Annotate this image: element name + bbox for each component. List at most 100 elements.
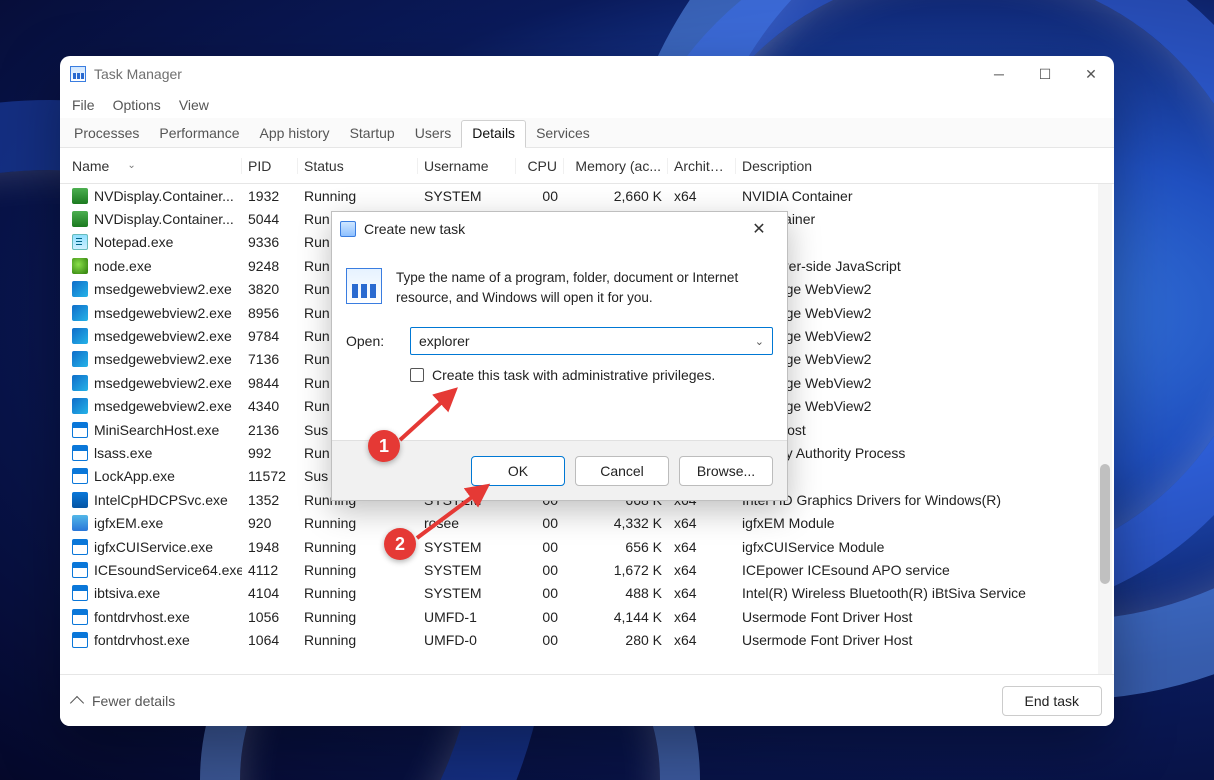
process-name: fontdrvhost.exe (94, 632, 190, 648)
titlebar[interactable]: Task Manager ─ ☐ ✕ (60, 56, 1114, 92)
process-pid: 1064 (242, 632, 298, 648)
task-manager-large-icon (346, 268, 382, 304)
process-pid: 9336 (242, 234, 298, 250)
process-description: NVIDIA Container (736, 188, 1108, 204)
process-name: fontdrvhost.exe (94, 609, 190, 625)
process-status: Running (298, 585, 418, 601)
process-memory: 488 K (564, 585, 668, 601)
col-description[interactable]: Description (736, 158, 1108, 174)
fewer-details-toggle[interactable]: Fewer details (72, 693, 175, 709)
process-pid: 11572 (242, 468, 298, 484)
col-memory[interactable]: Memory (ac... (564, 158, 668, 174)
process-name: IntelCpHDCPSvc.exe (94, 492, 228, 508)
process-pid: 8956 (242, 305, 298, 321)
open-combobox[interactable]: explorer ⌄ (410, 327, 773, 355)
table-row[interactable]: ibtsiva.exe4104RunningSYSTEM00488 Kx64In… (60, 582, 1114, 605)
menu-options[interactable]: Options (113, 97, 161, 113)
process-description: igfxCUIService Module (736, 539, 1108, 555)
table-row[interactable]: ICEsoundService64.exe4112RunningSYSTEM00… (60, 558, 1114, 581)
table-row[interactable]: igfxCUIService.exe1948RunningSYSTEM00656… (60, 535, 1114, 558)
process-description: Security Authority Process (736, 445, 1108, 461)
menu-view[interactable]: View (179, 97, 209, 113)
tab-processes[interactable]: Processes (64, 121, 149, 147)
process-icon (72, 632, 88, 648)
process-description: Intel HD Graphics Drivers for Windows(R) (736, 492, 1108, 508)
process-cpu: 00 (516, 515, 564, 531)
maximize-button[interactable]: ☐ (1022, 56, 1068, 92)
process-icon (72, 328, 88, 344)
process-icon (72, 585, 88, 601)
process-description: igfxEM Module (736, 515, 1108, 531)
process-icon (72, 351, 88, 367)
process-name: ICEsoundService64.exe (94, 562, 242, 578)
process-name: igfxEM.exe (94, 515, 163, 531)
col-arch[interactable]: Architec... (668, 158, 736, 174)
tab-startup[interactable]: Startup (340, 121, 405, 147)
process-memory: 656 K (564, 539, 668, 555)
sort-chevron-down-icon: ⌄ (127, 160, 135, 171)
annotation-arrow-1 (395, 380, 475, 460)
tab-users[interactable]: Users (405, 121, 462, 147)
process-name: msedgewebview2.exe (94, 328, 232, 344)
process-icon (72, 492, 88, 508)
table-row[interactable]: fontdrvhost.exe1064RunningUMFD-000280 Kx… (60, 628, 1114, 651)
process-pid: 920 (242, 515, 298, 531)
close-button[interactable]: ✕ (1068, 56, 1114, 92)
process-memory: 4,144 K (564, 609, 668, 625)
process-description: ad.exe (736, 234, 1108, 250)
process-arch: x64 (668, 609, 736, 625)
process-icon (72, 422, 88, 438)
process-icon (72, 258, 88, 274)
col-name[interactable]: Name ⌄ (66, 158, 242, 174)
process-cpu: 00 (516, 632, 564, 648)
process-description: js: Server-side JavaScript (736, 258, 1108, 274)
process-pid: 1056 (242, 609, 298, 625)
process-name: NVDisplay.Container... (94, 188, 234, 204)
process-user: SYSTEM (418, 585, 516, 601)
minimize-button[interactable]: ─ (976, 56, 1022, 92)
process-pid: 5044 (242, 211, 298, 227)
open-label: Open: (346, 333, 394, 349)
process-name: ibtsiva.exe (94, 585, 160, 601)
process-icon (72, 609, 88, 625)
vertical-scrollbar[interactable] (1098, 184, 1112, 674)
col-username[interactable]: Username (418, 158, 516, 174)
dialog-titlebar[interactable]: Create new task ✕ (332, 212, 787, 246)
process-status: Running (298, 632, 418, 648)
end-task-button[interactable]: End task (1002, 686, 1102, 716)
cancel-button[interactable]: Cancel (575, 456, 669, 486)
dialog-message: Type the name of a program, folder, docu… (396, 268, 773, 307)
table-row[interactable]: fontdrvhost.exe1056RunningUMFD-1004,144 … (60, 605, 1114, 628)
process-arch: x64 (668, 562, 736, 578)
process-memory: 2,660 K (564, 188, 668, 204)
process-pid: 1948 (242, 539, 298, 555)
tab-services[interactable]: Services (526, 121, 600, 147)
tab-details[interactable]: Details (461, 120, 526, 148)
col-cpu[interactable]: CPU (516, 158, 564, 174)
table-row[interactable]: igfxEM.exe920Runningrosee004,332 Kx64igf… (60, 511, 1114, 534)
process-description: ICEpower ICEsound APO service (736, 562, 1108, 578)
dialog-title: Create new task (364, 221, 465, 237)
tab-app-history[interactable]: App history (250, 121, 340, 147)
process-icon (72, 539, 88, 555)
process-pid: 2136 (242, 422, 298, 438)
process-description: pp.exe (736, 468, 1108, 484)
dialog-close-button[interactable]: ✕ (739, 212, 779, 246)
col-pid[interactable]: PID (242, 158, 298, 174)
process-user: SYSTEM (418, 562, 516, 578)
menu-file[interactable]: File (72, 97, 95, 113)
tab-performance[interactable]: Performance (149, 121, 249, 147)
process-pid: 1352 (242, 492, 298, 508)
footer: Fewer details End task (60, 674, 1114, 726)
scrollbar-thumb[interactable] (1100, 464, 1110, 584)
process-icon (72, 562, 88, 578)
process-pid: 7136 (242, 351, 298, 367)
process-status: Running (298, 562, 418, 578)
col-status[interactable]: Status (298, 158, 418, 174)
process-cpu: 00 (516, 539, 564, 555)
chevron-down-icon[interactable]: ⌄ (755, 335, 764, 348)
browse-button[interactable]: Browse... (679, 456, 773, 486)
annotation-arrow-2 (412, 478, 502, 558)
table-row[interactable]: NVDisplay.Container...1932RunningSYSTEM0… (60, 184, 1114, 207)
chevron-up-icon (70, 695, 84, 709)
